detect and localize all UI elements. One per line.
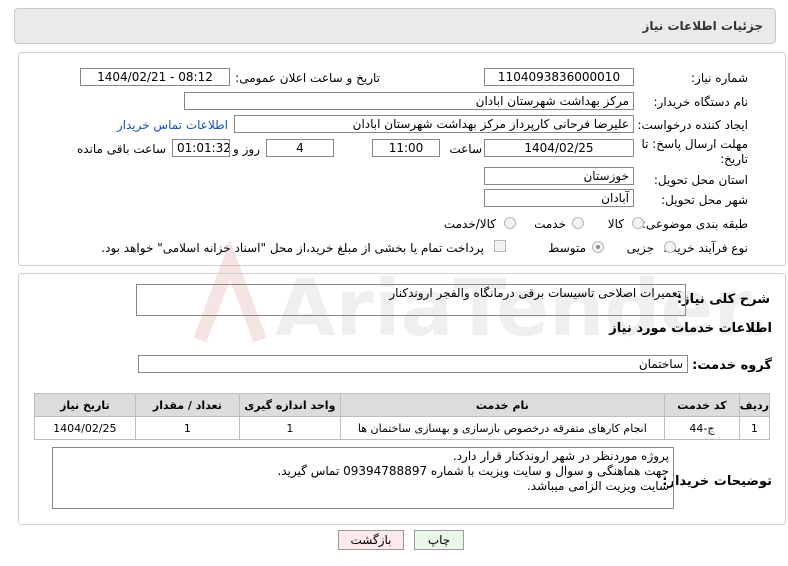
print-button[interactable]: چاپ — [414, 530, 464, 550]
deadline-time-label: ساعت — [449, 142, 482, 156]
summary-textarea[interactable]: تعمیرات اصلاحی تاسیسات برقی درمانگاه وال… — [136, 284, 686, 316]
category-service-radio[interactable] — [572, 217, 584, 229]
category-service-label: خدمت — [534, 217, 566, 231]
province-field[interactable]: خوزستان — [484, 167, 634, 185]
services-table-header: ردیف کد خدمت نام خدمت واحد اندازه گیری ت… — [34, 393, 771, 417]
col-need-date: تاریخ نیاز — [34, 393, 136, 417]
process-minor-radio[interactable] — [664, 241, 676, 253]
category-goods-label: کالا — [607, 217, 624, 231]
creator-label: ایجاد کننده درخواست: — [637, 118, 748, 132]
col-quantity: تعداد / مقدار — [134, 393, 241, 417]
service-group-field[interactable]: ساختمان — [138, 355, 688, 373]
cell-service-code: ج-44 — [664, 416, 740, 440]
deadline-time-field[interactable]: 11:00 — [372, 139, 440, 157]
cell-row-number: 1 — [738, 416, 771, 440]
buyer-note-line-3: سایت ویزیت الزامی میباشد. — [526, 479, 669, 493]
process-medium-radio[interactable] — [592, 241, 604, 253]
buyer-org-field[interactable]: مرکز بهداشت شهرستان ابادان — [184, 92, 634, 110]
col-service-code: کد خدمت — [664, 393, 740, 417]
col-row-number: ردیف — [738, 393, 771, 417]
remaining-days-field[interactable]: 4 — [266, 139, 334, 157]
province-label: استان محل تحویل: — [653, 173, 748, 187]
table-row[interactable]: 1 ج-44 انجام کارهای متفرقه درخصوص بازساز… — [34, 416, 771, 440]
buyer-note-line-1: پروژه موردنظر در شهر اروندکنار قرار دارد… — [452, 449, 669, 463]
buyer-note-line-2: جهت هماهنگی و سوال و سایت ویزیت با شماره… — [277, 464, 669, 478]
announce-datetime-field[interactable]: 1404/02/21 - 08:12 — [80, 68, 230, 86]
remaining-time-field[interactable]: 01:01:32 — [172, 139, 230, 157]
cell-unit: 1 — [239, 416, 341, 440]
buyer-org-label: نام دستگاه خریدار: — [653, 95, 749, 109]
treasury-payment-note: پرداخت تمام یا بخشی از مبلغ خرید،از محل … — [101, 241, 484, 255]
page-header: جزئیات اطلاعات نیاز — [14, 8, 776, 44]
services-section-title: اطلاعات خدمات مورد نیاز — [609, 321, 772, 336]
deadline-date-field[interactable]: 1404/02/25 — [484, 139, 634, 157]
process-minor-label: جزیی — [626, 241, 654, 255]
category-goods-service-label: کالا/خدمت — [443, 217, 496, 231]
category-label: طبقه بندی موضوعی: — [641, 217, 748, 231]
page-title: جزئیات اطلاعات نیاز — [642, 19, 763, 33]
need-number-label: شماره نیاز: — [691, 71, 748, 85]
city-field[interactable]: آبادان — [484, 189, 634, 207]
back-button[interactable]: بازگشت — [338, 530, 404, 550]
days-label: روز و — [233, 142, 260, 156]
buyer-contact-link[interactable]: اطلاعات تماس خریدار — [117, 118, 228, 132]
deadline-label-line1: مهلت ارسال پاسخ: تا — [641, 137, 748, 151]
category-goods-service-radio[interactable] — [504, 217, 516, 229]
summary-label: شرح کلی نیاز: — [676, 292, 770, 307]
cell-need-date: 1404/02/25 — [34, 416, 136, 440]
process-medium-label: متوسط — [548, 241, 586, 255]
city-label: شهر محل تحویل: — [661, 193, 748, 207]
buyer-notes-textarea[interactable]: پروژه موردنظر در شهر اروندکنار قرار دارد… — [52, 447, 674, 509]
col-unit: واحد اندازه گیری — [239, 393, 341, 417]
need-number-field[interactable]: 1104093836000010 — [484, 68, 634, 86]
treasury-payment-checkbox[interactable] — [494, 240, 506, 252]
service-group-label: گروه خدمت: — [692, 358, 772, 373]
category-goods-radio[interactable] — [632, 217, 644, 229]
cell-service-name: انجام کارهای متفرقه درخصوص بازسازی و بهس… — [339, 416, 666, 440]
creator-field[interactable]: علیرضا فرحانی کارپرداز مرکز بهداشت شهرست… — [234, 115, 634, 133]
buyer-notes-label: توضیحات خریدار: — [662, 474, 772, 489]
deadline-label-line2: تاریخ: — [720, 152, 748, 166]
announce-datetime-label: تاریخ و ساعت اعلان عمومی: — [235, 71, 380, 85]
services-table: ردیف کد خدمت نام خدمت واحد اندازه گیری ت… — [34, 393, 771, 440]
cell-quantity: 1 — [134, 416, 241, 440]
col-service-name: نام خدمت — [339, 393, 666, 417]
remaining-time-label: ساعت باقی مانده — [76, 142, 166, 156]
